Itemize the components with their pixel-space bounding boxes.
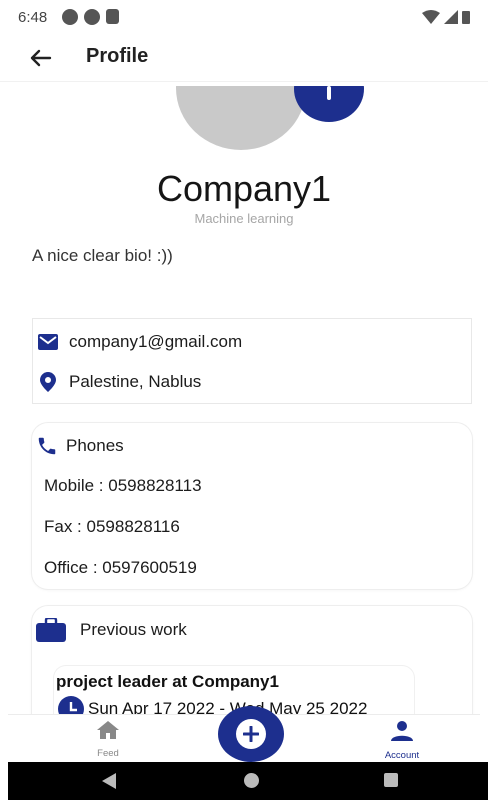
app-bar: Profile xyxy=(0,36,488,82)
previous-work-title: Previous work xyxy=(80,620,187,639)
briefcase-icon xyxy=(36,618,66,642)
mobile-phone[interactable]: Mobile : 0598828113 xyxy=(44,476,202,496)
location-row[interactable]: Palestine, Nablus xyxy=(33,368,201,396)
email-icon xyxy=(37,331,59,353)
system-recents-button[interactable] xyxy=(384,773,398,787)
phones-title: Phones xyxy=(66,436,124,455)
notification-icon xyxy=(62,9,78,25)
phone-icon xyxy=(38,437,56,455)
location-text: Palestine, Nablus xyxy=(69,372,202,391)
system-home-button[interactable] xyxy=(244,773,259,788)
email-row[interactable]: company1@gmail.com xyxy=(33,328,242,356)
status-bar: 6:48 xyxy=(0,0,488,36)
sd-card-icon xyxy=(106,9,119,24)
edit-avatar-button[interactable] xyxy=(294,86,364,122)
contact-card: company1@gmail.com Palestine, Nablus xyxy=(32,318,472,404)
phones-header: Phones xyxy=(36,435,124,457)
system-icons xyxy=(422,10,470,24)
avatar[interactable] xyxy=(176,86,366,150)
previous-work-header: Previous work xyxy=(36,618,187,642)
nav-account-label: Account xyxy=(384,750,420,761)
notification-icon xyxy=(84,9,100,25)
battery-icon xyxy=(462,11,470,24)
nav-feed[interactable]: Feed xyxy=(68,721,148,759)
add-post-button[interactable] xyxy=(218,706,284,762)
nav-feed-label: Feed xyxy=(97,748,119,759)
signal-icon xyxy=(444,10,458,24)
back-arrow-icon[interactable] xyxy=(24,42,56,74)
system-back-button[interactable] xyxy=(102,773,116,789)
plus-icon xyxy=(236,719,266,749)
notification-icons xyxy=(62,9,119,25)
wifi-icon xyxy=(422,10,440,24)
work-item-title: project leader at Company1 xyxy=(56,672,279,691)
phones-card: Phones Mobile : 0598828113 Fax : 0598828… xyxy=(32,423,472,589)
company-field: Machine learning xyxy=(194,211,294,226)
person-icon xyxy=(391,721,413,741)
system-navigation-bar xyxy=(8,762,488,800)
office-phone[interactable]: Office : 0597600519 xyxy=(44,558,197,578)
status-time: 6:48 xyxy=(18,9,48,26)
page-title: Profile xyxy=(86,45,149,67)
nav-account[interactable]: Account xyxy=(362,721,442,761)
home-icon xyxy=(97,721,119,739)
avatar-image xyxy=(176,86,306,150)
location-pin-icon xyxy=(37,371,59,393)
fax-phone[interactable]: Fax : 0598828116 xyxy=(44,517,180,537)
company-name: Company1 xyxy=(156,168,332,209)
bio-text: A nice clear bio! :)) xyxy=(32,246,173,265)
email-text: company1@gmail.com xyxy=(69,332,243,351)
